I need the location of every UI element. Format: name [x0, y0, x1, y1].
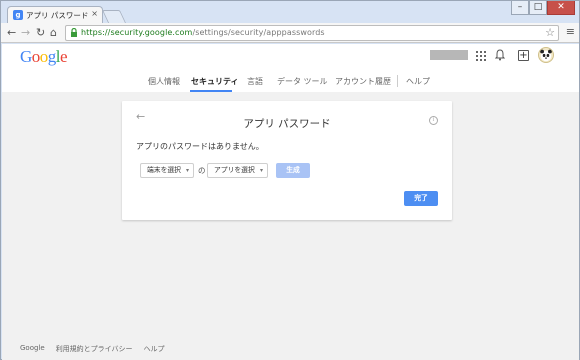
empty-state-message: アプリのパスワードはありません。	[136, 142, 264, 151]
device-select-label: 端末を選択	[147, 166, 181, 174]
logo-letter: g	[47, 47, 57, 66]
page-footer: Google 利用規約とプライバシー ヘルプ	[20, 344, 165, 354]
url-path: /settings/security/apppasswords	[192, 28, 325, 37]
maximize-button[interactable]: □	[529, 1, 547, 15]
footer-link-terms-privacy[interactable]: 利用規約とプライバシー	[56, 344, 133, 354]
app-select-label: アプリを選択	[214, 166, 255, 174]
logo-letter: o	[39, 47, 49, 66]
google-logo[interactable]: Google	[20, 47, 68, 67]
tab-close-icon[interactable]: ×	[91, 9, 98, 18]
tab-account-history[interactable]: アカウント履歴	[335, 76, 391, 87]
lock-icon	[71, 28, 77, 37]
minimize-button[interactable]: –	[511, 1, 529, 15]
browser-window: g アプリ パスワード - アカウント × – □ ✕ ← → ↻ ⌂ http…	[0, 0, 580, 360]
tab-security[interactable]: セキュリティ	[191, 76, 239, 87]
url-text: https://security.google.com/settings/sec…	[81, 28, 325, 37]
google-header: Google + 個人情報 セキュリティ 言語 データ ツール アカウント履歴 …	[2, 44, 579, 92]
page-title: アプリ パスワード	[243, 118, 331, 130]
reload-icon[interactable]: ↻	[36, 26, 45, 39]
bookmark-star-icon[interactable]: ☆	[545, 26, 555, 39]
share-plus-icon[interactable]: +	[518, 50, 529, 61]
address-bar[interactable]: https://security.google.com/settings/sec…	[65, 25, 559, 41]
done-button[interactable]: 完了	[404, 191, 438, 206]
account-name-redacted	[430, 50, 468, 60]
url-domain: https://security.google.com	[81, 28, 193, 37]
avatar[interactable]	[538, 47, 554, 63]
window-controls: – □ ✕	[511, 1, 575, 17]
tab-language[interactable]: 言語	[247, 76, 263, 87]
menu-icon[interactable]: ≡	[566, 25, 575, 38]
browser-tab[interactable]: g アプリ パスワード - アカウント ×	[7, 6, 103, 24]
footer-link-help[interactable]: ヘルプ	[144, 344, 165, 354]
browser-toolbar: ← → ↻ ⌂ https://security.google.com/sett…	[1, 23, 579, 43]
connector-text: の	[198, 166, 206, 175]
account-nav: 個人情報 セキュリティ 言語 データ ツール アカウント履歴 ヘルプ	[2, 72, 579, 92]
tab-data-tools[interactable]: データ ツール	[277, 76, 328, 87]
google-favicon-icon: g	[13, 10, 23, 20]
chevron-down-icon: ▾	[185, 167, 189, 174]
app-select[interactable]: アプリを選択 ▾	[207, 163, 268, 178]
forward-icon[interactable]: →	[21, 26, 30, 39]
generate-button[interactable]: 生成	[276, 163, 310, 178]
page: Google + 個人情報 セキュリティ 言語 データ ツール アカウント履歴 …	[2, 44, 579, 360]
nav-divider	[397, 75, 398, 87]
chevron-down-icon: ▾	[259, 167, 263, 174]
apps-grid-icon[interactable]	[476, 51, 486, 61]
tab-title: アプリ パスワード - アカウント	[26, 11, 90, 20]
notifications-bell-icon[interactable]	[495, 49, 505, 61]
logo-letter: o	[31, 47, 41, 66]
logo-letter: e	[60, 47, 68, 66]
app-passwords-card: ← アプリ パスワード i アプリのパスワードはありません。 端末を選択 ▾ の…	[122, 101, 452, 220]
home-icon[interactable]: ⌂	[50, 26, 57, 39]
device-select[interactable]: 端末を選択 ▾	[140, 163, 194, 178]
footer-link-google[interactable]: Google	[20, 344, 45, 354]
info-icon[interactable]: i	[429, 116, 438, 125]
new-tab-button[interactable]	[101, 10, 127, 23]
close-window-button[interactable]: ✕	[547, 1, 575, 15]
logo-letter: G	[20, 47, 32, 66]
title-bar: g アプリ パスワード - アカウント × – □ ✕	[1, 1, 579, 24]
back-icon[interactable]: ←	[7, 26, 16, 39]
tab-help[interactable]: ヘルプ	[406, 76, 430, 87]
tab-personal-info[interactable]: 個人情報	[148, 76, 180, 87]
active-tab-indicator	[190, 90, 232, 92]
